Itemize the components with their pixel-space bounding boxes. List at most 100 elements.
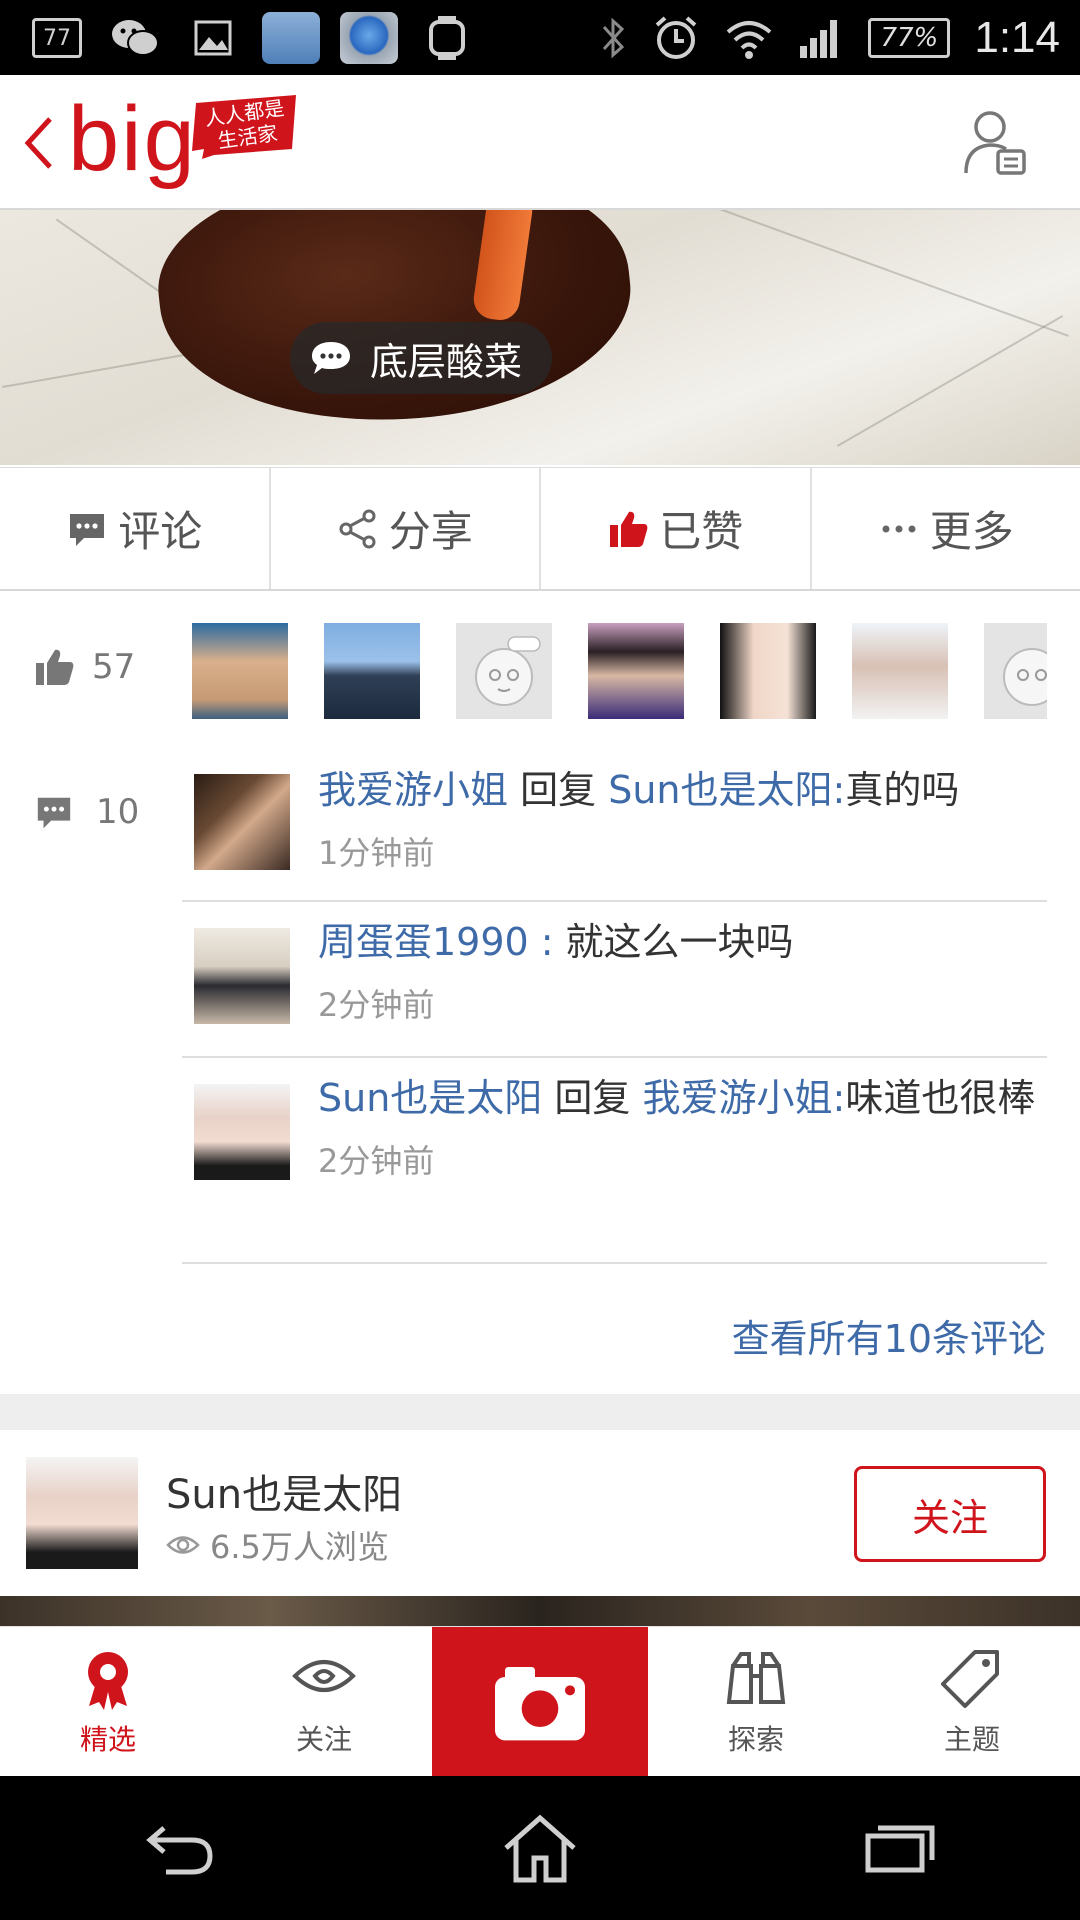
comment-separator: : bbox=[832, 768, 846, 812]
reply-word: 回复 bbox=[520, 768, 597, 812]
share-button[interactable]: 分享 bbox=[271, 468, 541, 589]
comment-content: 味道也很棒 bbox=[845, 1076, 1036, 1120]
home-icon bbox=[504, 1814, 576, 1883]
back-icon bbox=[146, 1826, 213, 1875]
avatar[interactable] bbox=[194, 774, 290, 870]
avatar[interactable] bbox=[588, 623, 684, 719]
author-views: 6.5万人浏览 bbox=[166, 1522, 389, 1568]
system-navigation-bar bbox=[0, 1776, 1080, 1920]
comment-content: 真的吗 bbox=[845, 768, 960, 812]
user-profile-icon[interactable] bbox=[960, 107, 1028, 179]
eye-icon bbox=[166, 1536, 200, 1554]
clock: 1:14 bbox=[974, 13, 1060, 62]
badge-icon bbox=[88, 1652, 128, 1710]
more-button[interactable]: 更多 bbox=[812, 468, 1080, 589]
view-all-comments-link[interactable]: 查看所有10条评论 bbox=[732, 1308, 1046, 1363]
likes-row: 57 bbox=[0, 620, 1080, 720]
list-item[interactable]: Sun也是太阳 回复 我爱游小姐:味道也很棒 2分钟前 bbox=[182, 1060, 1047, 1264]
author-name[interactable]: Sun也是太阳 bbox=[166, 1462, 402, 1520]
comment-time: 1分钟前 bbox=[318, 834, 435, 872]
section-divider bbox=[0, 1394, 1080, 1430]
avatar[interactable] bbox=[456, 623, 552, 719]
comment-author[interactable]: 我爱游小姐 bbox=[318, 768, 508, 812]
post-image[interactable]: 底层酸菜 bbox=[0, 210, 1080, 465]
avatar[interactable] bbox=[720, 623, 816, 719]
comment-body: 我爱游小姐 回复 Sun也是太阳:真的吗 1分钟前 bbox=[318, 766, 1047, 874]
list-item[interactable]: 周蛋蛋1990: 就这么一块吗 2分钟前 bbox=[182, 904, 1047, 1058]
gallery-icon bbox=[184, 12, 242, 64]
comment-time: 2分钟前 bbox=[318, 986, 435, 1024]
like-label: 已赞 bbox=[659, 507, 744, 556]
back-arrow-icon[interactable] bbox=[18, 113, 58, 173]
image-texture bbox=[711, 210, 1069, 337]
thumb-up-icon bbox=[36, 649, 74, 685]
notification-badge-icon: 77 bbox=[28, 12, 86, 64]
comment-body: 周蛋蛋1990: 就这么一块吗 2分钟前 bbox=[318, 918, 1047, 1026]
wechat-icon bbox=[106, 12, 164, 64]
comment-separator: : bbox=[832, 1076, 846, 1120]
tab-following-label: 关注 bbox=[295, 1723, 352, 1756]
system-back-button[interactable] bbox=[125, 1803, 235, 1893]
image-texture bbox=[836, 315, 1064, 447]
list-item[interactable]: 我爱游小姐 回复 Sun也是太阳:真的吗 1分钟前 bbox=[182, 752, 1047, 902]
reply-target[interactable]: 我爱游小姐 bbox=[643, 1076, 833, 1120]
default-avatar-icon bbox=[1003, 648, 1047, 706]
comment-author[interactable]: 周蛋蛋1990 bbox=[318, 920, 529, 964]
tab-explore-label: 探索 bbox=[727, 1723, 784, 1756]
default-avatar-icon bbox=[475, 636, 541, 706]
avatar[interactable] bbox=[192, 623, 288, 719]
chat-bubble-icon bbox=[312, 342, 350, 374]
wifi-icon bbox=[727, 21, 772, 59]
more-label: 更多 bbox=[929, 507, 1014, 556]
comment-label: 评论 bbox=[118, 507, 203, 556]
signal-icon bbox=[800, 20, 838, 58]
post-actions: 评论 分享 已赞 更多 bbox=[0, 467, 1080, 591]
like-button[interactable]: 已赞 bbox=[541, 468, 812, 589]
alarm-icon bbox=[656, 16, 697, 59]
avatar[interactable] bbox=[194, 1084, 290, 1180]
tab-topics-label: 主题 bbox=[943, 1723, 1000, 1756]
share-icon bbox=[339, 509, 376, 548]
comment-text: Sun也是太阳 回复 我爱游小姐:味道也很棒 bbox=[318, 1074, 1047, 1122]
more-icon bbox=[882, 525, 916, 532]
author-card: Sun也是太阳 6.5万人浏览 关注 bbox=[0, 1430, 1080, 1596]
likes-count: 57 bbox=[92, 647, 136, 687]
tab-following[interactable]: 关注 bbox=[216, 1627, 432, 1777]
tag-icon bbox=[941, 1650, 999, 1708]
avatar[interactable] bbox=[194, 928, 290, 1024]
browser-app-icon bbox=[340, 12, 398, 64]
status-bar: 77 77% 1:14 bbox=[0, 0, 1080, 75]
app-logo: big bbox=[68, 88, 197, 190]
image-tag-label: 底层酸菜 bbox=[370, 339, 523, 384]
tab-topics[interactable]: 主题 bbox=[864, 1627, 1080, 1777]
avatar[interactable] bbox=[26, 1457, 138, 1569]
binoculars-icon bbox=[726, 1652, 786, 1704]
tab-explore[interactable]: 探索 bbox=[648, 1627, 864, 1777]
battery-indicator: 77% bbox=[868, 18, 951, 58]
tab-featured[interactable]: 精选 bbox=[0, 1627, 216, 1777]
camera-button[interactable] bbox=[432, 1627, 648, 1777]
avatar[interactable] bbox=[984, 623, 1047, 719]
avatar[interactable] bbox=[324, 623, 420, 719]
next-post-image[interactable] bbox=[0, 1596, 1080, 1626]
likes-summary: 57 bbox=[32, 646, 135, 688]
comment-button[interactable]: 评论 bbox=[0, 468, 271, 589]
follow-button[interactable]: 关注 bbox=[854, 1466, 1046, 1562]
comment-author[interactable]: Sun也是太阳 bbox=[318, 1076, 542, 1120]
thumb-up-icon bbox=[610, 511, 648, 547]
tab-featured-label: 精选 bbox=[79, 1723, 136, 1756]
views-count: 6.5万人浏览 bbox=[210, 1528, 389, 1566]
comment-separator: : bbox=[540, 920, 554, 964]
system-recents-button[interactable] bbox=[845, 1803, 955, 1893]
comments-summary: 10 bbox=[34, 792, 139, 832]
qq-app-icon bbox=[262, 12, 320, 64]
comment-icon bbox=[37, 797, 71, 829]
avatar[interactable] bbox=[852, 623, 948, 719]
system-home-button[interactable] bbox=[485, 1803, 595, 1893]
reply-target[interactable]: Sun也是太阳 bbox=[608, 768, 832, 812]
comment-text: 我爱游小姐 回复 Sun也是太阳:真的吗 bbox=[318, 766, 1047, 814]
comment-time: 2分钟前 bbox=[318, 1142, 435, 1180]
watch-icon bbox=[418, 12, 476, 64]
reply-word: 回复 bbox=[554, 1076, 631, 1120]
image-tag[interactable]: 底层酸菜 bbox=[290, 322, 553, 394]
